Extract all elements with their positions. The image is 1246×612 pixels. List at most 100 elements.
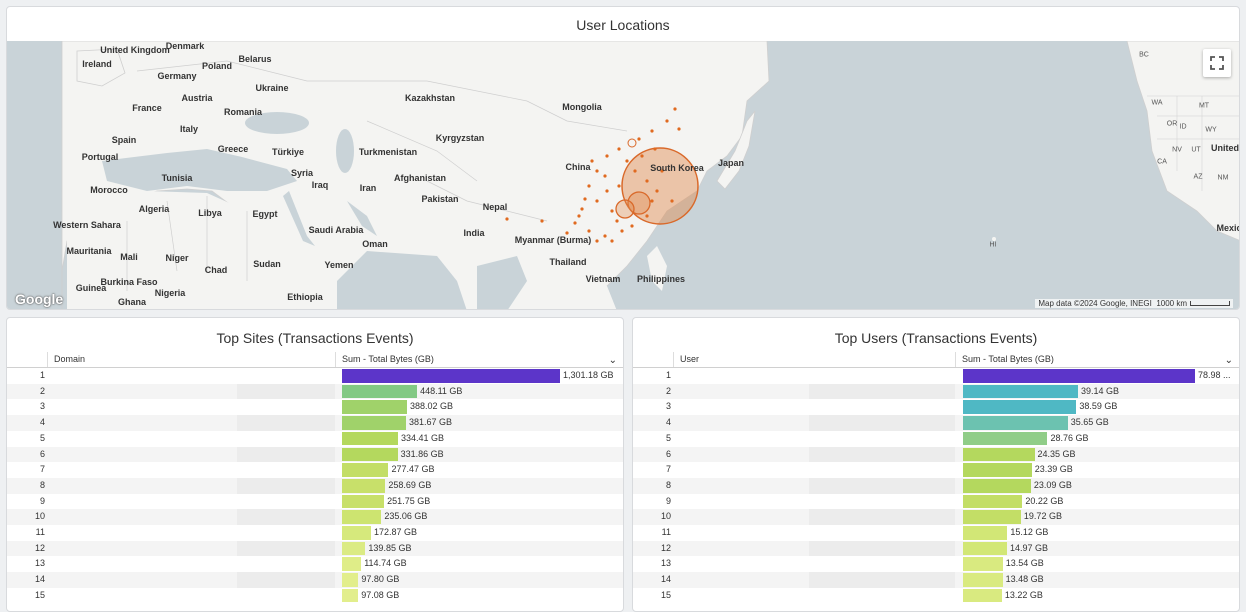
map-label: China bbox=[565, 162, 591, 172]
table-row[interactable]: 4 35.65 GB bbox=[633, 415, 1239, 431]
table-row[interactable]: 15 13.22 GB bbox=[633, 588, 1239, 604]
row-name-cell[interactable] bbox=[809, 494, 955, 510]
table-row[interactable]: 12 139.85 GB bbox=[7, 540, 623, 557]
table-row[interactable]: 2 448.11 GB bbox=[7, 383, 623, 400]
table-row[interactable]: 10 235.06 GB bbox=[7, 509, 623, 525]
sites-value-column-header[interactable]: Sum - Total Bytes (GB) ⌄ bbox=[335, 352, 623, 367]
table-row[interactable]: 15 97.08 GB bbox=[7, 588, 623, 604]
map-label: UT bbox=[1191, 146, 1201, 154]
table-row[interactable]: 4 381.67 GB bbox=[7, 415, 623, 431]
row-name-cell[interactable] bbox=[809, 368, 955, 384]
value-bar bbox=[963, 541, 1007, 556]
row-name-cell[interactable] bbox=[237, 477, 335, 494]
row-name-cell[interactable] bbox=[237, 415, 335, 431]
table-row[interactable]: 13 114.74 GB bbox=[7, 556, 623, 572]
row-name-cell[interactable] bbox=[809, 556, 955, 572]
value-label: 19.72 GB bbox=[1023, 511, 1062, 522]
table-row[interactable]: 13 13.54 GB bbox=[633, 556, 1239, 572]
row-name-cell[interactable] bbox=[237, 525, 335, 541]
map-label: Egypt bbox=[252, 209, 278, 219]
table-row[interactable]: 14 13.48 GB bbox=[633, 572, 1239, 588]
row-name-cell[interactable] bbox=[809, 431, 955, 447]
row-name-cell[interactable] bbox=[809, 383, 955, 400]
table-row[interactable]: 6 24.35 GB bbox=[633, 446, 1239, 463]
value-bar bbox=[963, 526, 1008, 540]
table-row[interactable]: 12 14.97 GB bbox=[633, 540, 1239, 557]
table-row[interactable]: 3 388.02 GB bbox=[7, 399, 623, 415]
table-row[interactable]: 11 15.12 GB bbox=[633, 525, 1239, 541]
fullscreen-button[interactable] bbox=[1203, 49, 1231, 77]
row-name-cell[interactable] bbox=[237, 368, 335, 384]
table-row[interactable]: 8 258.69 GB bbox=[7, 477, 623, 494]
table-row[interactable]: 14 97.80 GB bbox=[7, 572, 623, 588]
row-rank: 15 bbox=[660, 589, 671, 600]
user-column-header[interactable]: User bbox=[673, 352, 699, 367]
row-name-cell[interactable] bbox=[237, 572, 335, 588]
table-row[interactable]: 10 19.72 GB bbox=[633, 509, 1239, 525]
row-name-cell[interactable] bbox=[237, 494, 335, 510]
table-row[interactable]: 3 38.59 GB bbox=[633, 399, 1239, 415]
row-name-cell[interactable] bbox=[809, 588, 955, 604]
value-bar bbox=[342, 384, 418, 399]
map-attribution[interactable]: Map data ©2024 Google, INEGI 1000 km bbox=[1035, 299, 1233, 308]
table-row[interactable]: 1 1,301.18 GB bbox=[7, 368, 623, 384]
row-rank: 10 bbox=[34, 511, 45, 522]
row-name-cell[interactable] bbox=[809, 477, 955, 494]
row-rank: 11 bbox=[35, 527, 45, 537]
user-locations-map[interactable]: United Kingdom Denmark Ireland Belarus Polan… bbox=[7, 41, 1239, 309]
value-label: 97.08 GB bbox=[361, 589, 400, 600]
row-name-cell[interactable] bbox=[237, 540, 335, 557]
chevron-down-icon[interactable]: ⌄ bbox=[609, 353, 617, 368]
map-label: Burkina Faso bbox=[100, 277, 158, 287]
row-name-cell[interactable] bbox=[237, 399, 335, 415]
row-name-cell[interactable] bbox=[237, 383, 335, 400]
row-rank: 14 bbox=[660, 574, 671, 585]
row-name-cell[interactable] bbox=[809, 399, 955, 415]
map-label: NM bbox=[1217, 174, 1229, 182]
row-name-cell[interactable] bbox=[809, 572, 955, 588]
row-rank: 4 bbox=[665, 417, 671, 428]
row-name-cell[interactable] bbox=[237, 446, 335, 463]
map-label: Türkiye bbox=[271, 147, 305, 157]
table-row[interactable]: 7 277.47 GB bbox=[7, 462, 623, 478]
row-name-cell[interactable] bbox=[237, 588, 335, 604]
map-label: Yemen bbox=[324, 260, 354, 270]
google-logo: Google bbox=[15, 291, 64, 307]
table-row[interactable]: 1 78.98 ... bbox=[633, 368, 1239, 384]
table-row[interactable]: 9 251.75 GB bbox=[7, 494, 623, 510]
row-name-cell[interactable] bbox=[237, 509, 335, 525]
table-row[interactable]: 6 331.86 GB bbox=[7, 446, 623, 463]
map-label: Denmark bbox=[165, 41, 205, 51]
row-name-cell[interactable] bbox=[237, 462, 335, 478]
map-label: Romania bbox=[223, 107, 263, 117]
value-bar bbox=[342, 526, 371, 540]
row-name-cell[interactable] bbox=[809, 446, 955, 463]
row-name-cell[interactable] bbox=[237, 431, 335, 447]
table-row[interactable]: 11 172.87 GB bbox=[7, 525, 623, 541]
chevron-down-icon[interactable]: ⌄ bbox=[1225, 353, 1233, 368]
top-sites-title: Top Sites (Transactions Events) bbox=[216, 330, 414, 346]
sites-table-header: Domain Sum - Total Bytes (GB) ⌄ bbox=[7, 352, 623, 368]
table-row[interactable]: 7 23.39 GB bbox=[633, 462, 1239, 478]
domain-column-header[interactable]: Domain bbox=[47, 352, 85, 367]
row-rank: 2 bbox=[39, 385, 45, 396]
row-name-cell[interactable] bbox=[809, 415, 955, 431]
users-value-column-header[interactable]: Sum - Total Bytes (GB) ⌄ bbox=[955, 352, 1239, 367]
row-name-cell[interactable] bbox=[237, 556, 335, 572]
table-row[interactable]: 9 20.22 GB bbox=[633, 494, 1239, 510]
table-row[interactable]: 5 334.41 GB bbox=[7, 431, 623, 447]
row-name-cell[interactable] bbox=[809, 540, 955, 557]
table-row[interactable]: 5 28.76 GB bbox=[633, 431, 1239, 447]
value-bar bbox=[963, 431, 1048, 446]
map-panel: User Locations United Kingdom Denmark Ir… bbox=[6, 6, 1240, 310]
table-row[interactable]: 8 23.09 GB bbox=[633, 477, 1239, 494]
value-label: 388.02 GB bbox=[410, 401, 454, 412]
row-name-cell[interactable] bbox=[809, 462, 955, 478]
row-name-cell[interactable] bbox=[809, 525, 955, 541]
row-name-cell[interactable] bbox=[809, 509, 955, 525]
map-label: United Kingdom bbox=[100, 45, 170, 55]
table-row[interactable]: 2 39.14 GB bbox=[633, 383, 1239, 400]
map-label: Japan bbox=[717, 158, 745, 168]
map-label: Chad bbox=[204, 265, 228, 275]
map-label: South Korea bbox=[650, 163, 704, 173]
